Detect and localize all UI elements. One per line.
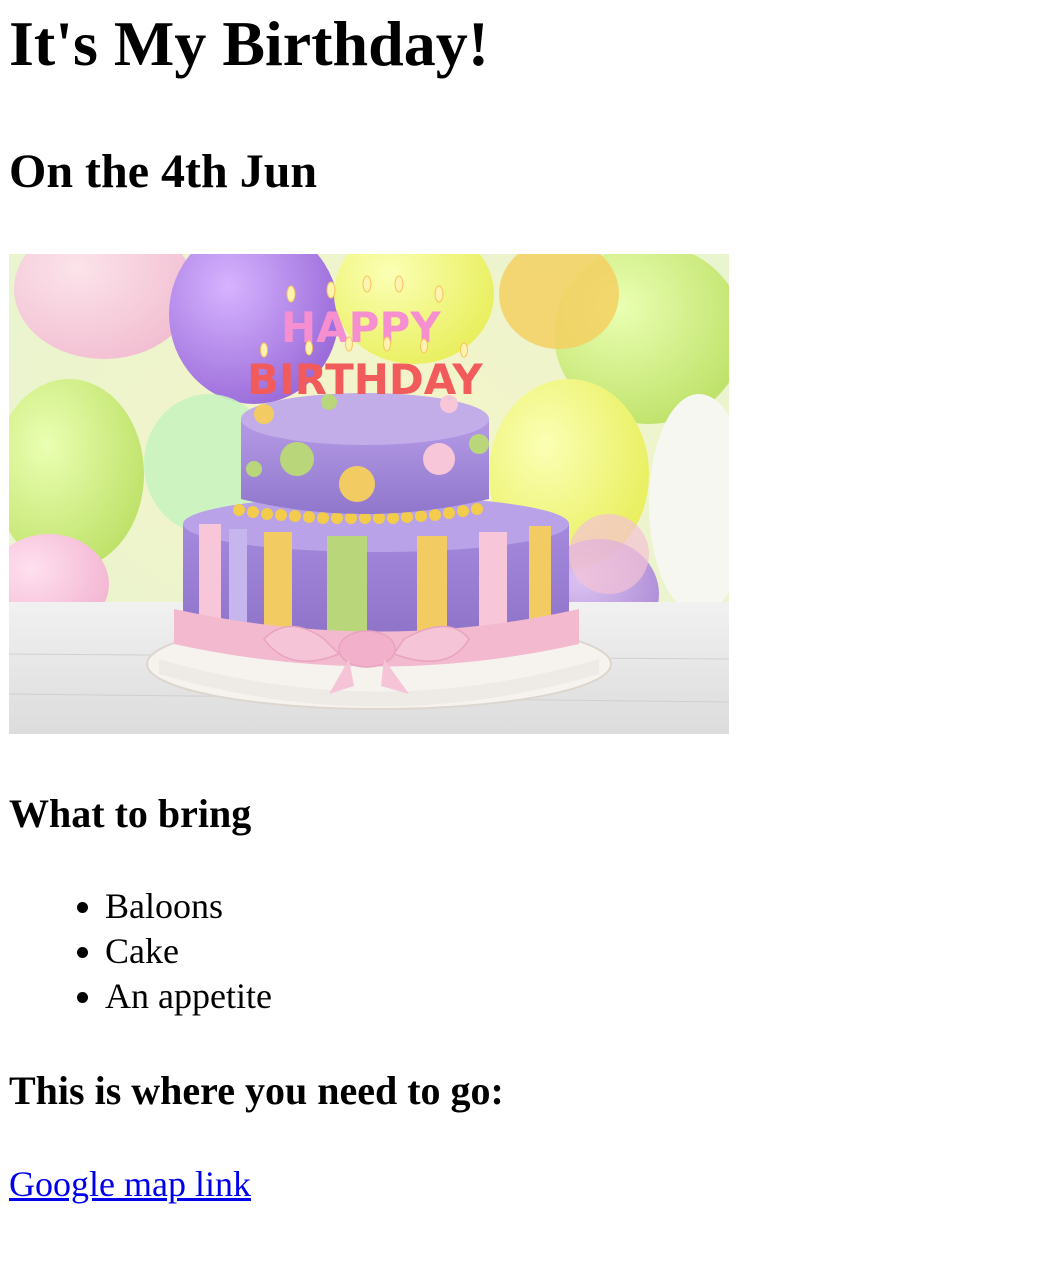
- date-heading: On the 4th Jun: [9, 145, 318, 198]
- candle-letters-birthday: BIRTHDAY: [247, 355, 483, 404]
- candle-letters-happy: HAPPY: [281, 303, 441, 352]
- list-item: An appetite: [105, 974, 272, 1019]
- what-to-bring-heading: What to bring: [9, 791, 252, 836]
- list-item: Baloons: [105, 884, 272, 929]
- list-item: Cake: [105, 929, 272, 974]
- directions-heading: This is where you need to go:: [9, 1068, 504, 1113]
- birthday-cake-image: HAPPY BIRTHDAY: [9, 254, 729, 734]
- bring-list: Baloons Cake An appetite: [9, 884, 272, 1019]
- google-map-link[interactable]: Google map link: [9, 1158, 251, 1210]
- page-title: It's My Birthday!: [9, 8, 489, 79]
- birthday-cake-illustration: HAPPY BIRTHDAY: [9, 254, 729, 734]
- page: It's My Birthday! On the 4th Jun HAPPY B…: [0, 0, 1044, 1204]
